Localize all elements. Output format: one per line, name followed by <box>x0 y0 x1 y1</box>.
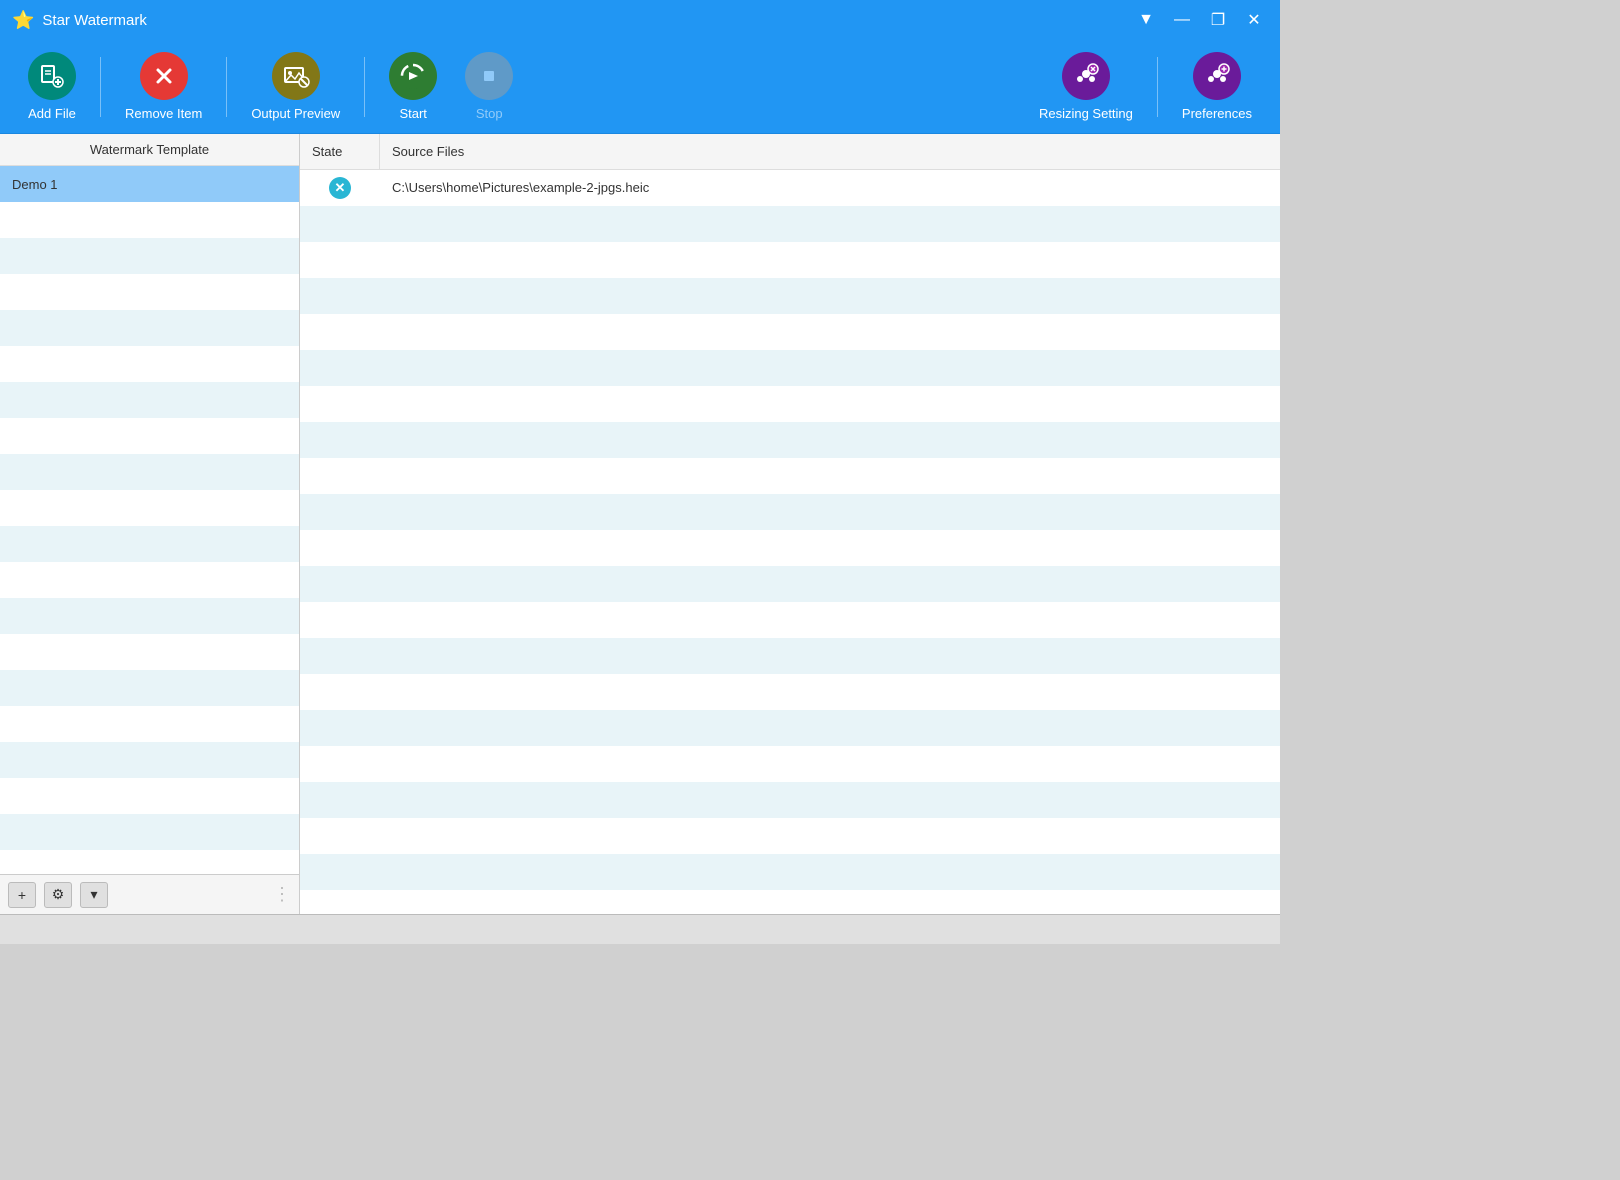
empty-row <box>0 598 299 634</box>
output-preview-icon <box>272 52 320 100</box>
app-title: Star Watermark <box>42 12 146 29</box>
empty-row <box>0 382 299 418</box>
empty-row <box>300 602 1280 638</box>
template-dropdown-button[interactable]: ▾ <box>80 882 108 908</box>
empty-row <box>0 310 299 346</box>
empty-row <box>0 670 299 706</box>
empty-row <box>300 746 1280 782</box>
empty-row <box>0 202 299 238</box>
empty-row <box>0 454 299 490</box>
output-preview-label: Output Preview <box>251 106 340 121</box>
main-content: Watermark Template Demo 1 <box>0 134 1280 914</box>
stop-button[interactable]: Stop <box>453 48 525 125</box>
empty-row <box>0 778 299 814</box>
source-column-header: Source Files <box>380 144 1280 159</box>
template-list-header: Watermark Template <box>0 134 299 166</box>
empty-row <box>0 238 299 274</box>
preferences-icon <box>1193 52 1241 100</box>
add-file-label: Add File <box>28 106 76 121</box>
empty-row <box>300 566 1280 602</box>
empty-row <box>300 638 1280 674</box>
left-panel-footer: + ⚙ ▾ ⋮ <box>0 874 299 914</box>
state-column-header: State <box>300 134 380 169</box>
empty-row <box>0 490 299 526</box>
resizing-icon <box>1062 52 1110 100</box>
preferences-button[interactable]: Preferences <box>1170 48 1264 125</box>
left-panel: Watermark Template Demo 1 <box>0 134 300 914</box>
status-bar <box>0 914 1280 944</box>
start-icon <box>389 52 437 100</box>
sep-4 <box>1157 57 1158 117</box>
empty-row <box>300 278 1280 314</box>
empty-row <box>300 386 1280 422</box>
dropdown-btn[interactable]: ▼ <box>1132 6 1160 34</box>
status-error-icon: ✕ <box>329 177 351 199</box>
add-file-icon <box>28 52 76 100</box>
template-name: Demo 1 <box>12 177 58 192</box>
right-panel: State Source Files ✕ C:\Users\home\Pictu… <box>300 134 1280 914</box>
preferences-label: Preferences <box>1182 106 1252 121</box>
empty-row <box>0 562 299 598</box>
empty-row <box>300 710 1280 746</box>
empty-row <box>0 814 299 850</box>
app-title-area: ⭐ Star Watermark <box>12 10 147 31</box>
empty-row <box>0 526 299 562</box>
sep-1 <box>100 57 101 117</box>
sep-2 <box>226 57 227 117</box>
empty-row <box>300 818 1280 854</box>
empty-row <box>300 530 1280 566</box>
empty-row <box>300 422 1280 458</box>
empty-row <box>0 706 299 742</box>
template-row[interactable]: Demo 1 <box>0 166 299 202</box>
empty-row <box>300 242 1280 278</box>
stop-label: Stop <box>476 106 503 121</box>
empty-row <box>0 634 299 670</box>
file-list: ✕ C:\Users\home\Pictures\example-2-jpgs.… <box>300 170 1280 914</box>
add-file-button[interactable]: Add File <box>16 48 88 125</box>
app-icon: ⭐ <box>12 10 34 31</box>
sep-3 <box>364 57 365 117</box>
resize-handle: ⋮ <box>273 884 291 905</box>
template-settings-button[interactable]: ⚙ <box>44 882 72 908</box>
remove-item-label: Remove Item <box>125 106 202 121</box>
file-table-header: State Source Files <box>300 134 1280 170</box>
remove-item-button[interactable]: Remove Item <box>113 48 214 125</box>
start-label: Start <box>399 106 426 121</box>
maximize-btn[interactable]: ❐ <box>1204 6 1232 34</box>
empty-row <box>300 674 1280 710</box>
empty-row <box>0 346 299 382</box>
empty-row <box>300 782 1280 818</box>
file-row[interactable]: ✕ C:\Users\home\Pictures\example-2-jpgs.… <box>300 170 1280 206</box>
file-status: ✕ <box>300 177 380 199</box>
empty-row <box>0 742 299 778</box>
stop-icon <box>465 52 513 100</box>
empty-row <box>300 350 1280 386</box>
empty-row <box>0 418 299 454</box>
title-bar: ⭐ Star Watermark ▼ — ❐ ✕ <box>0 0 1280 40</box>
empty-row <box>300 854 1280 890</box>
minimize-btn[interactable]: — <box>1168 6 1196 34</box>
file-path: C:\Users\home\Pictures\example-2-jpgs.he… <box>380 180 1280 195</box>
empty-row <box>300 458 1280 494</box>
empty-row <box>0 274 299 310</box>
window-controls: ▼ — ❐ ✕ <box>1132 6 1268 34</box>
start-button[interactable]: Start <box>377 48 449 125</box>
empty-row <box>300 890 1280 914</box>
add-template-button[interactable]: + <box>8 882 36 908</box>
empty-row <box>300 314 1280 350</box>
close-btn[interactable]: ✕ <box>1240 6 1268 34</box>
toolbar: Add File Remove Item Output Preview <box>0 40 1280 134</box>
empty-row <box>0 850 299 874</box>
resizing-setting-label: Resizing Setting <box>1039 106 1133 121</box>
empty-row <box>300 494 1280 530</box>
remove-item-icon <box>140 52 188 100</box>
empty-row <box>300 206 1280 242</box>
resizing-setting-button[interactable]: Resizing Setting <box>1027 48 1145 125</box>
output-preview-button[interactable]: Output Preview <box>239 48 352 125</box>
template-list: Demo 1 <box>0 166 299 874</box>
